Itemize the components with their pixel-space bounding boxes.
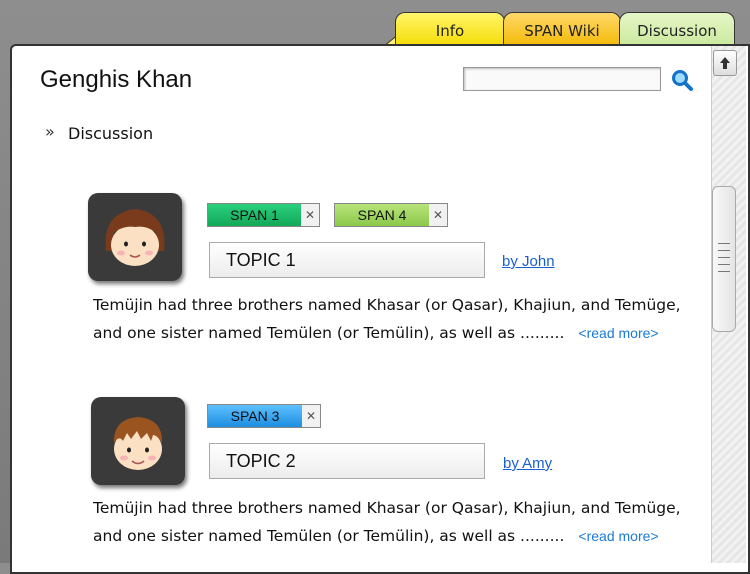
grip-line: [718, 250, 730, 251]
search-input[interactable]: [463, 67, 661, 91]
grip-line: [718, 271, 730, 272]
tag-label: SPAN 1: [208, 204, 301, 226]
scrollbar-thumb[interactable]: [712, 186, 736, 332]
tag-label: SPAN 3: [208, 405, 302, 427]
grip-line: [718, 243, 730, 244]
search-icon[interactable]: [670, 68, 694, 92]
tag-span-3[interactable]: SPAN 3 ✕: [207, 404, 321, 428]
tab-span-wiki[interactable]: SPAN Wiki: [503, 12, 621, 48]
grip-line: [718, 264, 730, 265]
avatar[interactable]: [91, 397, 185, 485]
arrow-up-icon: [720, 57, 730, 69]
topic-field[interactable]: TOPIC 2: [209, 443, 485, 479]
tag-span-1[interactable]: SPAN 1 ✕: [207, 203, 320, 227]
author-link[interactable]: by Amy: [503, 455, 552, 472]
close-icon[interactable]: ✕: [302, 405, 320, 427]
tab-discussion[interactable]: Discussion: [619, 12, 735, 48]
double-chevron-right-icon: »: [45, 122, 55, 141]
tag-span-4[interactable]: SPAN 4 ✕: [334, 203, 448, 227]
avatar[interactable]: [88, 193, 182, 281]
read-more-link[interactable]: <read more>: [578, 528, 658, 544]
close-icon[interactable]: ✕: [301, 204, 319, 226]
post-body: Temüjin had three brothers named Khasar …: [93, 494, 693, 550]
author-link[interactable]: by John: [502, 253, 555, 270]
boy-avatar-icon: [113, 417, 163, 470]
grip-line: [718, 257, 730, 258]
topic-field[interactable]: TOPIC 1: [209, 242, 485, 278]
close-icon[interactable]: ✕: [429, 204, 447, 226]
page-title: Genghis Khan: [40, 66, 193, 93]
scroll-up-button[interactable]: [713, 50, 737, 76]
read-more-link[interactable]: <read more>: [578, 325, 658, 341]
girl-avatar-icon: [105, 209, 165, 266]
tab-info[interactable]: Info: [395, 12, 505, 48]
post-body: Temüjin had three brothers named Khasar …: [93, 291, 693, 347]
tag-label: SPAN 4: [335, 204, 429, 226]
breadcrumb-label: Discussion: [68, 124, 154, 143]
